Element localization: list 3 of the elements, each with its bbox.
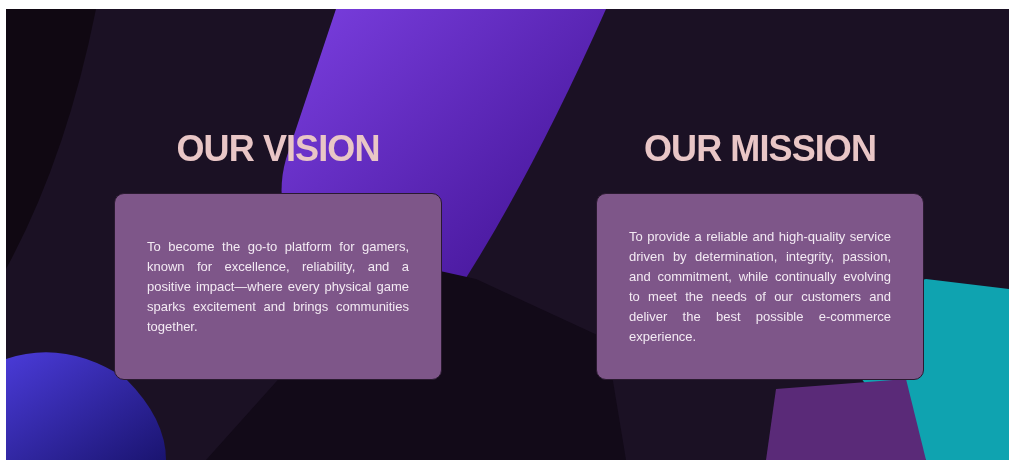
card-text: To provide a reliable and high-quality service driven by determination, integrity, passion, and commitment, while continually evolving to meet the needs of our customers and deliver the best possible e-commerce experience.	[629, 227, 891, 346]
section-heading: OUR MISSION	[643, 127, 877, 171]
card-text: To become the go-to platform for gamers, known for excellence, reliability, and a positive impact—where every physical game sparks excitement and brings communities together.	[147, 237, 409, 336]
